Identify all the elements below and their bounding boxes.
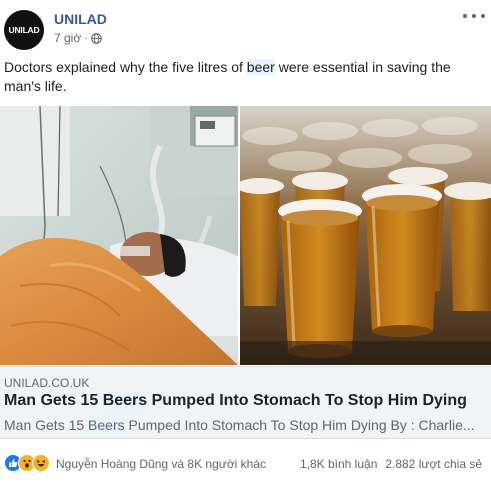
page-name-link[interactable]: UNILAD (54, 11, 107, 27)
link-title-end: Pumped Into Stomach To Stop Him Dying (147, 392, 467, 409)
avatar-logo-text: UNILAD (8, 25, 40, 35)
caption-text-start: Doctors explained why the five litres of (4, 59, 247, 75)
avatar[interactable]: UNILAD (4, 10, 44, 50)
reaction-names[interactable]: Nguyễn Hoàng Dũng và 8K người khác (56, 457, 266, 471)
reactions-bar: Nguyễn Hoàng Dũng và 8K người khác 1,8K … (0, 450, 491, 476)
link-desc-highlight: Beers (88, 417, 125, 433)
post-caption: Doctors explained why the five litres of… (4, 58, 484, 96)
more-dot (463, 14, 467, 18)
share-count[interactable]: 2.882 lượt chia sẻ (385, 457, 482, 471)
link-preview[interactable]: UNILAD.CO.UK Man Gets 15 Beers Pumped In… (0, 366, 491, 439)
post-time[interactable]: 7 giờ (54, 31, 81, 45)
post-meta: 7 giờ · (54, 31, 102, 45)
post-image[interactable] (0, 106, 491, 365)
link-title-start: Man Gets 15 (4, 392, 103, 409)
comment-count[interactable]: 1,8K bình luận (300, 457, 377, 471)
meta-separator: · (84, 32, 88, 44)
beer-cups-photo (240, 106, 491, 365)
more-dot (481, 14, 485, 18)
globe-icon[interactable] (90, 32, 102, 44)
link-title[interactable]: Man Gets 15 Beers Pumped Into Stomach To… (4, 392, 467, 410)
more-options-icon[interactable] (463, 8, 485, 24)
caption-highlight[interactable]: beer (246, 59, 275, 75)
link-domain: UNILAD.CO.UK (4, 376, 90, 390)
link-title-highlight: Beers (102, 392, 148, 409)
facebook-post: UNILAD UNILAD 7 giờ · Doctors explained … (0, 0, 491, 489)
more-dot (472, 14, 476, 18)
engagement-counts: 1,8K bình luận 2.882 lượt chia sẻ (300, 457, 482, 471)
link-desc-start: Man Gets 15 (4, 417, 89, 433)
haha-icon (32, 454, 50, 472)
reaction-icons[interactable] (4, 454, 50, 472)
link-desc-end: Pumped Into Stomach To Stop Him Dying By… (124, 417, 475, 433)
hospital-photo (0, 106, 238, 365)
link-description: Man Gets 15 Beers Pumped Into Stomach To… (4, 417, 486, 433)
